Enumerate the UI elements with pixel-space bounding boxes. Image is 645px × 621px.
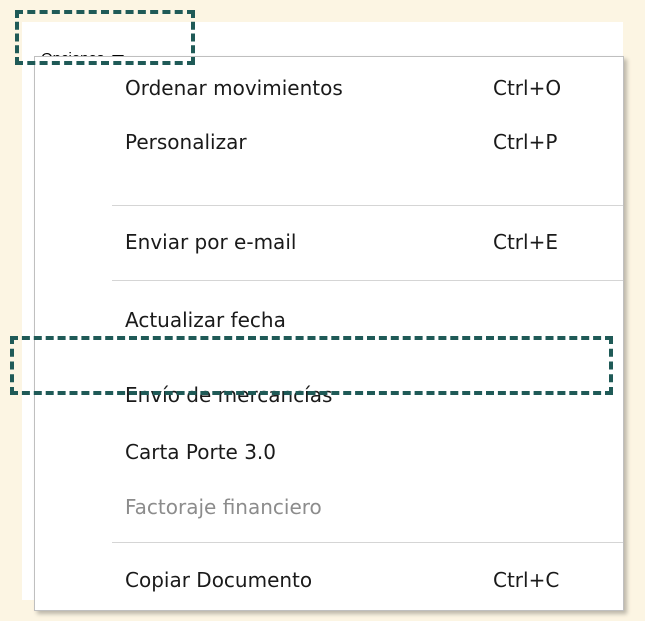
menu-item-personalizar[interactable]: Personalizar Ctrl+P (35, 119, 623, 164)
menu-item-shortcut: Ctrl+E (493, 229, 558, 254)
menu-separator (112, 542, 623, 543)
menu-item-copiar-documento[interactable]: Copiar Documento Ctrl+C (35, 557, 623, 602)
menu-separator (112, 280, 623, 281)
menu-item-ordenar-movimientos[interactable]: Ordenar movimientos Ctrl+O (35, 65, 623, 110)
menu-item-shortcut: Ctrl+C (493, 567, 560, 592)
menu-item-label: Actualizar fecha (125, 307, 286, 332)
menu-item-label: Factoraje financiero (125, 494, 322, 519)
menu-item-label: Envío de mercancías (125, 382, 333, 407)
menu-item-label: Copiar Documento (125, 567, 313, 592)
menu-item-enviar-por-email[interactable]: Enviar por e-mail Ctrl+E (35, 219, 623, 264)
menu-item-actualizar-fecha[interactable]: Actualizar fecha (35, 297, 623, 342)
menu-item-factoraje-financiero: Factoraje financiero (35, 484, 623, 529)
menu-item-shortcut: Ctrl+P (493, 129, 558, 154)
menu-item-label: Carta Porte 3.0 (125, 439, 277, 464)
menu-item-label: Ordenar movimientos (125, 75, 343, 100)
opciones-menu: Ordenar movimientos Ctrl+O Personalizar … (34, 56, 624, 611)
menu-item-envio-de-mercancias[interactable]: Envío de mercancías (35, 372, 623, 417)
menu-item-shortcut: Ctrl+O (493, 75, 562, 100)
menu-separator (112, 205, 623, 206)
menu-item-carta-porte[interactable]: Carta Porte 3.0 (35, 429, 623, 474)
menu-item-label: Enviar por e-mail (125, 229, 297, 254)
menu-item-label: Personalizar (125, 129, 247, 154)
